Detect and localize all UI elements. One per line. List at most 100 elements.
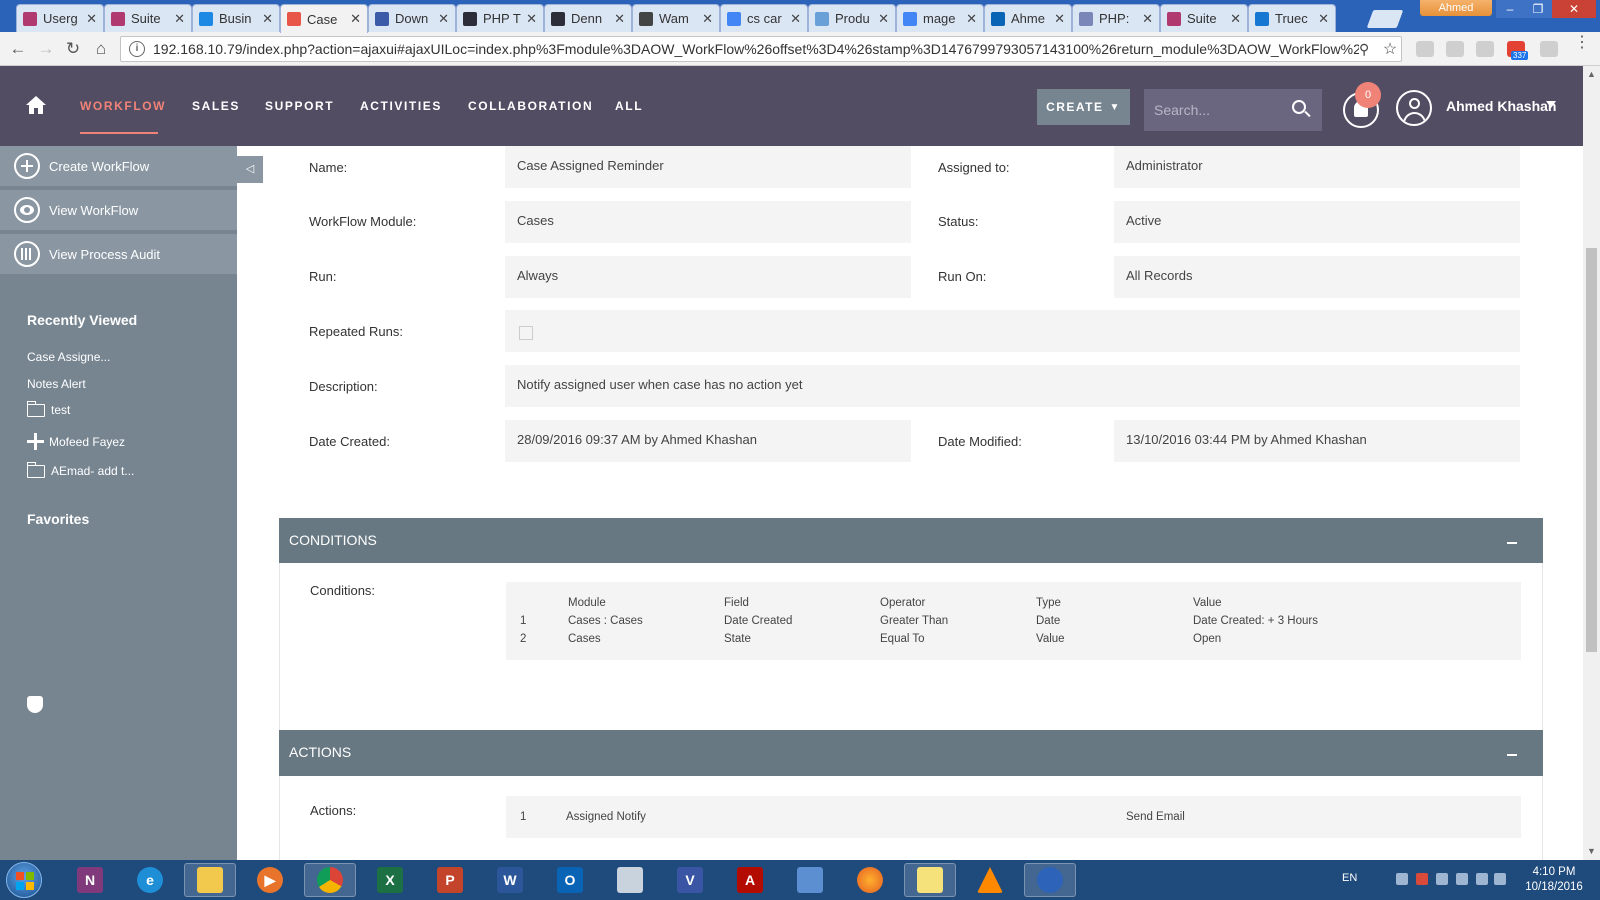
recent-item[interactable]: Notes Alert (27, 377, 86, 391)
volume-icon[interactable] (1494, 873, 1506, 885)
repeated-runs-checkbox[interactable] (519, 326, 533, 340)
bookmark-star-icon[interactable]: ☆ (1379, 39, 1401, 59)
browser-tab[interactable]: mage ✕ (896, 4, 984, 32)
internet-explorer-icon[interactable]: e (124, 863, 176, 897)
sidebar-action-view-workflow[interactable]: View WorkFlow (0, 190, 237, 232)
recent-item[interactable]: test (27, 400, 70, 417)
address-url[interactable]: 192.168.10.79/index.php?action=ajaxui#aj… (153, 41, 1359, 57)
user-menu-caret-icon[interactable] (1546, 101, 1556, 108)
outlook-icon[interactable]: O (544, 863, 596, 897)
tab-close-icon[interactable]: ✕ (1142, 11, 1153, 27)
browser-profile-chip[interactable]: Ahmed (1420, 0, 1492, 16)
assigned-to-value[interactable]: Administrator (1114, 146, 1520, 188)
calculator-icon[interactable] (604, 863, 656, 897)
tab-close-icon[interactable]: ✕ (702, 11, 713, 27)
maximize-icon[interactable]: ❐ (1524, 0, 1552, 18)
extension-icon[interactable] (1446, 41, 1464, 57)
user-name[interactable]: Ahmed Khashan (1446, 98, 1556, 114)
browser-tab[interactable]: Suite ✕ (1160, 4, 1248, 32)
tab-close-icon[interactable]: ✕ (790, 11, 801, 27)
tab-close-icon[interactable]: ✕ (86, 11, 97, 27)
status-value[interactable]: Active (1114, 201, 1520, 243)
action-row[interactable]: 1 Assigned Notify Send Email (506, 796, 1521, 838)
scrollbar-thumb[interactable] (1586, 248, 1597, 652)
windows-start-icon[interactable] (6, 862, 42, 898)
extension-icon[interactable] (1416, 41, 1434, 57)
gmail-extension-icon[interactable]: 337 (1507, 41, 1529, 60)
file-explorer-icon[interactable] (184, 863, 236, 897)
browser-tab[interactable]: PHP: ✕ (1072, 4, 1160, 32)
browser-tab[interactable]: Produ ✕ (808, 4, 896, 32)
date-modified-value[interactable]: 13/10/2016 03:44 PM by Ahmed Khashan (1114, 420, 1520, 462)
sticky-notes-icon[interactable] (904, 863, 956, 897)
onenote-app-icon[interactable]: N (64, 863, 116, 897)
browser-tab[interactable]: Denn ✕ (544, 4, 632, 32)
tab-close-icon[interactable]: ✕ (526, 11, 537, 27)
tab-close-icon[interactable]: ✕ (1318, 11, 1329, 27)
browser-tab[interactable]: Ahme ✕ (984, 4, 1072, 32)
tab-close-icon[interactable]: ✕ (966, 11, 977, 27)
nav-workflow[interactable]: WORKFLOW (80, 99, 166, 113)
back-arrow-icon[interactable]: ← (8, 39, 28, 59)
browser-tab[interactable]: PHP T ✕ (456, 4, 544, 32)
browser-tab[interactable]: Suite ✕ (104, 4, 192, 32)
run-on-value[interactable]: All Records (1114, 256, 1520, 298)
extension-icon[interactable] (1540, 41, 1558, 57)
workflow-module-value[interactable]: Cases (505, 201, 911, 243)
search-icon[interactable] (1292, 100, 1311, 118)
window-close-icon[interactable]: ✕ (1552, 0, 1596, 18)
sidebar-action-view-process-audit[interactable]: View Process Audit (0, 234, 237, 276)
nav-sales[interactable]: SALES (192, 99, 240, 113)
tab-close-icon[interactable]: ✕ (438, 11, 449, 27)
global-search[interactable] (1144, 89, 1322, 131)
browser-menu-icon[interactable]: ⋮ (1574, 35, 1590, 51)
tray-icon[interactable] (1436, 873, 1448, 885)
actions-panel-header[interactable]: ACTIONS (279, 730, 1543, 776)
nav-collaboration[interactable]: COLLABORATION (468, 99, 593, 113)
collapse-minus-icon[interactable] (1507, 754, 1517, 756)
recent-item[interactable]: Case Assigne... (27, 350, 110, 364)
remote-desktop-icon[interactable] (784, 863, 836, 897)
create-button[interactable]: CREATE ▼ (1037, 89, 1130, 125)
browser-tab[interactable]: Wam ✕ (632, 4, 720, 32)
acrobat-icon[interactable]: A (724, 863, 776, 897)
recent-item[interactable]: Mofeed Fayez (27, 433, 125, 450)
run-value[interactable]: Always (505, 256, 911, 298)
browser-tab[interactable]: Down ✕ (368, 4, 456, 32)
vlc-icon[interactable] (964, 863, 1016, 897)
tray-icon[interactable] (1456, 873, 1468, 885)
network-icon[interactable] (1476, 873, 1488, 885)
tab-close-icon[interactable]: ✕ (350, 11, 361, 27)
tab-close-icon[interactable]: ✕ (614, 11, 625, 27)
extension-icon[interactable] (1476, 41, 1494, 57)
powerpoint-icon[interactable]: P (424, 863, 476, 897)
name-value[interactable]: Case Assigned Reminder (505, 146, 911, 188)
forward-arrow-icon[interactable]: → (36, 39, 56, 59)
description-value[interactable]: Notify assigned user when case has no ac… (505, 365, 1520, 407)
browser-tab[interactable]: Userg ✕ (16, 4, 104, 32)
nav-all[interactable]: ALL (615, 99, 643, 113)
tray-icon[interactable] (1396, 873, 1408, 885)
scroll-up-arrow-icon[interactable]: ▲ (1583, 66, 1600, 83)
search-input[interactable] (1154, 102, 1282, 118)
system-clock[interactable]: 4:10 PM 10/18/2016 (1514, 865, 1594, 895)
chrome-icon[interactable] (304, 863, 356, 897)
zoom-magnifier-icon[interactable]: ⚲ (1359, 41, 1379, 58)
browser-tab[interactable]: cs car ✕ (720, 4, 808, 32)
collapse-minus-icon[interactable] (1507, 542, 1517, 544)
user-avatar-icon[interactable] (1396, 90, 1432, 126)
new-tab-button[interactable] (1366, 10, 1404, 28)
sidebar-collapse-icon[interactable]: ◁ (237, 156, 263, 183)
recent-item[interactable]: AEmad- add t... (27, 461, 134, 478)
browser-tab[interactable]: Truec ✕ (1248, 4, 1336, 32)
scroll-down-arrow-icon[interactable]: ▼ (1583, 843, 1600, 860)
browser-tab-active[interactable]: Case ✕ (280, 4, 368, 33)
home-icon[interactable] (26, 96, 46, 114)
visio-icon[interactable]: V (664, 863, 716, 897)
excel-icon[interactable]: X (364, 863, 416, 897)
address-bar[interactable]: i 192.168.10.79/index.php?action=ajaxui#… (120, 36, 1402, 62)
minimize-icon[interactable]: – (1496, 0, 1524, 18)
reload-icon[interactable]: ↻ (63, 39, 83, 59)
sidebar-action-create-workflow[interactable]: Create WorkFlow (0, 146, 237, 188)
firefox-icon[interactable] (844, 863, 896, 897)
